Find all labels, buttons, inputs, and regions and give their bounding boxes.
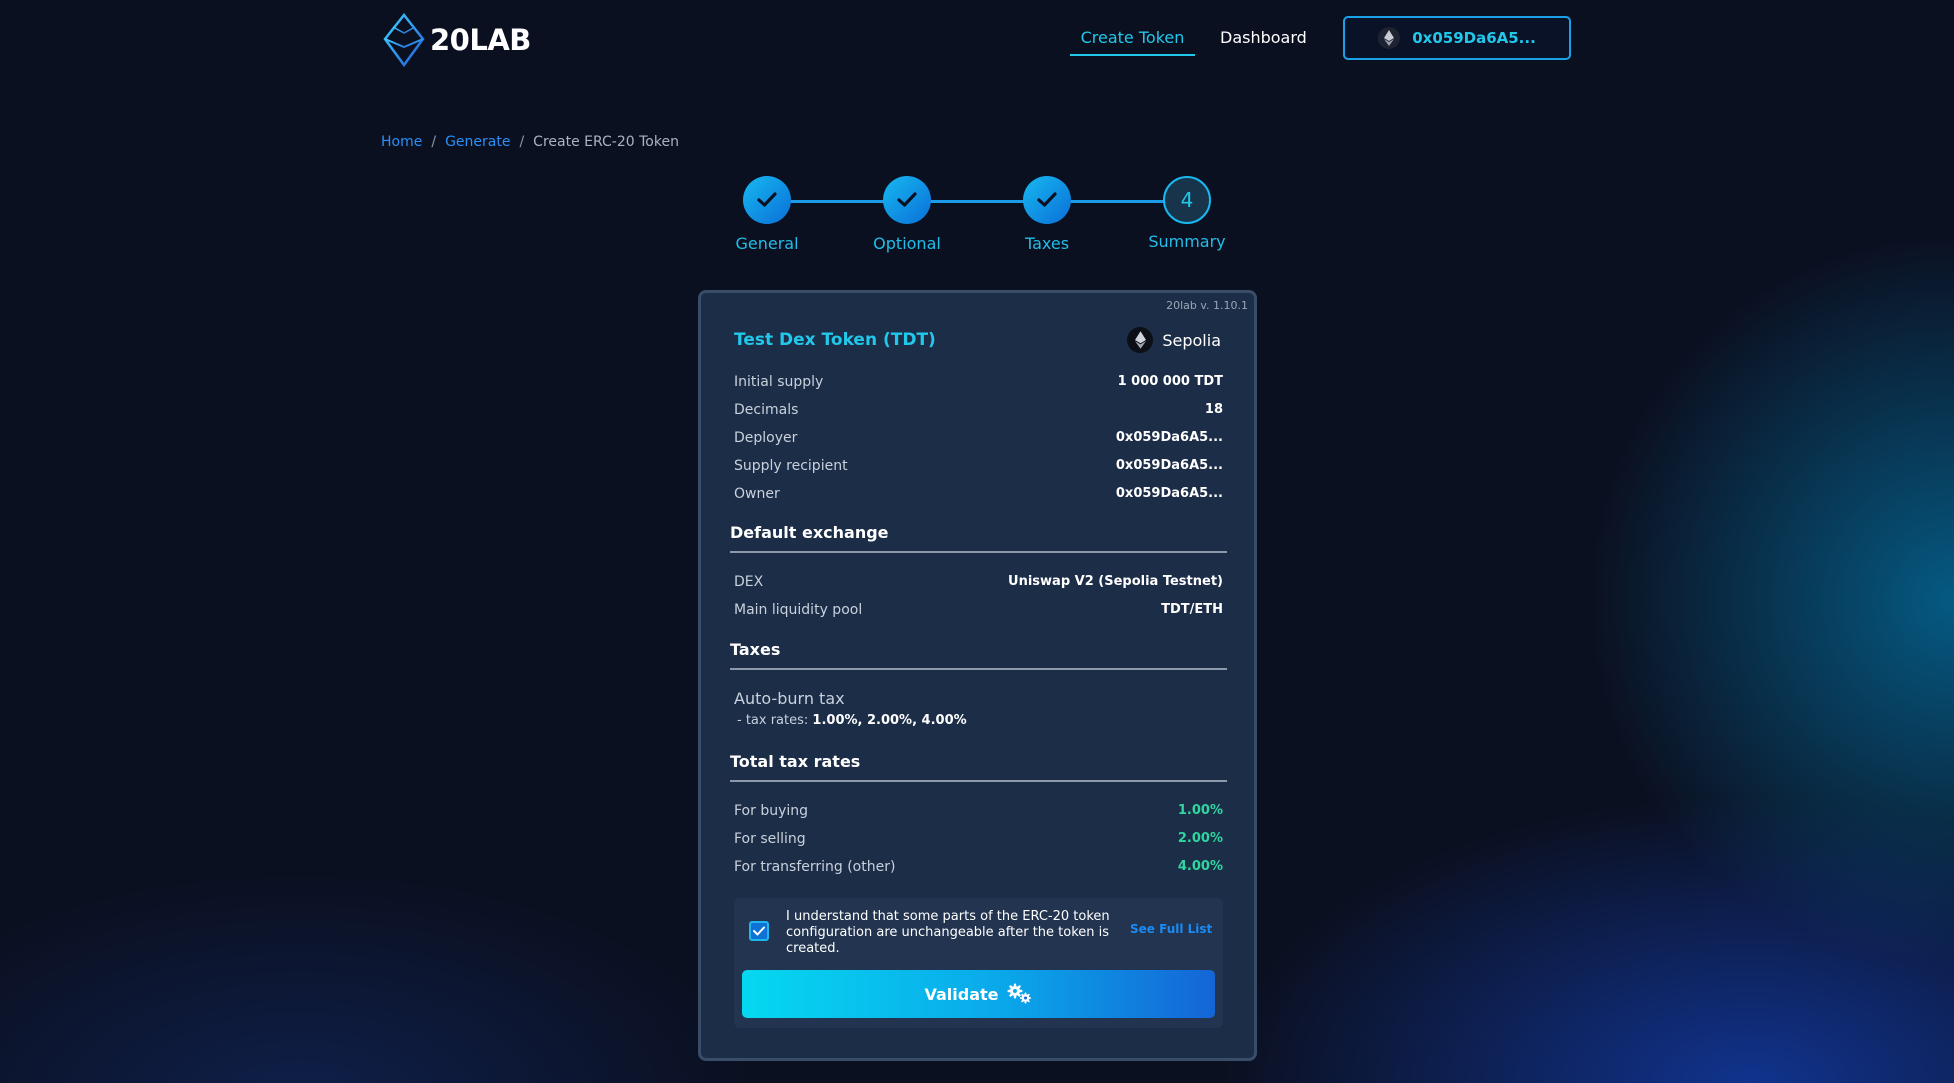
breadcrumb: Home / Generate / Create ERC-20 Token — [381, 134, 679, 150]
row-key: Main liquidity pool — [734, 602, 863, 618]
row-value: 1 000 000 TDT — [1117, 374, 1223, 389]
step-general[interactable]: General — [707, 176, 827, 253]
summary-row: For selling 2.00% — [734, 831, 1223, 847]
row-key: For transferring (other) — [734, 859, 896, 875]
step-optional[interactable]: Optional — [847, 176, 967, 253]
section-heading-exchange: Default exchange — [730, 523, 1227, 553]
row-value: TDT/ETH — [1161, 602, 1223, 617]
row-value: 1.00% — [1177, 803, 1223, 818]
summary-row: DEX Uniswap V2 (Sepolia Testnet) — [734, 574, 1223, 590]
nav-create-token[interactable]: Create Token — [1070, 24, 1195, 56]
tax-rates-value: 1.00%, 2.00%, 4.00% — [812, 713, 967, 728]
logo-text: 20LAB — [430, 23, 531, 57]
stepper-track — [784, 200, 1176, 203]
row-key: Decimals — [734, 402, 799, 418]
check-icon — [743, 176, 791, 224]
summary-row: Initial supply 1 000 000 TDT — [734, 374, 1223, 390]
row-key: For selling — [734, 831, 806, 847]
nav-dashboard[interactable]: Dashboard — [1220, 24, 1307, 54]
step-label: Summary — [1148, 232, 1226, 251]
ethereum-icon — [1127, 327, 1154, 353]
row-value: 4.00% — [1177, 859, 1223, 874]
validate-button[interactable]: Validate — [742, 970, 1215, 1018]
tax-name: Auto-burn tax — [734, 689, 845, 708]
logo[interactable]: 20LAB — [381, 13, 531, 67]
summary-row: Supply recipient 0x059Da6A5... — [734, 458, 1223, 474]
see-full-list-link[interactable]: See Full List — [1130, 922, 1212, 936]
check-icon — [1023, 176, 1071, 224]
diamond-logo-icon — [383, 13, 425, 67]
row-value: 2.00% — [1177, 831, 1223, 846]
summary-row: Owner 0x059Da6A5... — [734, 486, 1223, 502]
section-heading-taxes: Taxes — [730, 640, 1227, 670]
summary-row: For buying 1.00% — [734, 803, 1223, 819]
row-value: 0x059Da6A5... — [1115, 486, 1223, 501]
section-heading-total-tax: Total tax rates — [730, 752, 1227, 782]
summary-row: Main liquidity pool TDT/ETH — [734, 602, 1223, 618]
breadcrumb-separator: / — [431, 134, 437, 150]
row-key: DEX — [734, 574, 764, 590]
token-summary-card: 20lab v. 1.10.1 Test Dex Token (TDT) Sep… — [698, 290, 1257, 1061]
step-number: 4 — [1163, 176, 1211, 224]
row-value: 0x059Da6A5... — [1115, 430, 1223, 445]
step-label: Taxes — [1024, 234, 1070, 253]
tax-rates-prefix: - tax rates: — [737, 713, 809, 728]
summary-row: Decimals 18 — [734, 402, 1223, 418]
checkmark-icon — [753, 926, 765, 936]
row-value: 0x059Da6A5... — [1115, 458, 1223, 473]
breadcrumb-current: Create ERC-20 Token — [533, 134, 679, 150]
row-key: For buying — [734, 803, 809, 819]
row-key: Owner — [734, 486, 780, 502]
row-key: Initial supply — [734, 374, 824, 390]
wallet-button[interactable]: 0x059Da6A5... — [1343, 16, 1571, 60]
ethereum-icon — [1378, 27, 1401, 49]
confirm-checkbox[interactable] — [749, 921, 769, 941]
progress-stepper: General Optional Taxes 4 Summary — [700, 176, 1250, 260]
row-value: 18 — [1204, 402, 1223, 417]
validate-label: Validate — [924, 984, 999, 1004]
step-summary[interactable]: 4 Summary — [1127, 176, 1247, 251]
step-taxes[interactable]: Taxes — [987, 176, 1107, 253]
gears-icon — [1007, 983, 1031, 1004]
wallet-address: 0x059Da6A5... — [1412, 29, 1536, 47]
token-title: Test Dex Token (TDT) — [734, 330, 936, 350]
step-label: General — [735, 234, 799, 253]
network-indicator: Sepolia — [1127, 327, 1221, 353]
summary-row: Deployer 0x059Da6A5... — [734, 430, 1223, 446]
version-label: 20lab v. 1.10.1 — [1166, 299, 1248, 312]
step-label: Optional — [873, 234, 941, 253]
row-key: Supply recipient — [734, 458, 848, 474]
row-key: Deployer — [734, 430, 798, 446]
row-value: Uniswap V2 (Sepolia Testnet) — [1008, 574, 1223, 589]
check-icon — [883, 176, 931, 224]
confirm-text: I understand that some parts of the ERC-… — [786, 909, 1110, 956]
breadcrumb-home[interactable]: Home — [381, 134, 422, 150]
top-navbar: 20LAB Create Token Dashboard 0x059Da6A5.… — [0, 0, 1954, 80]
confirmation-box: I understand that some parts of the ERC-… — [734, 898, 1223, 1028]
breadcrumb-separator: / — [519, 134, 525, 150]
summary-row: For transferring (other) 4.00% — [734, 859, 1223, 875]
tax-rates: - tax rates: 1.00%, 2.00%, 4.00% — [737, 713, 967, 728]
breadcrumb-generate[interactable]: Generate — [445, 134, 510, 150]
network-name: Sepolia — [1162, 330, 1221, 350]
